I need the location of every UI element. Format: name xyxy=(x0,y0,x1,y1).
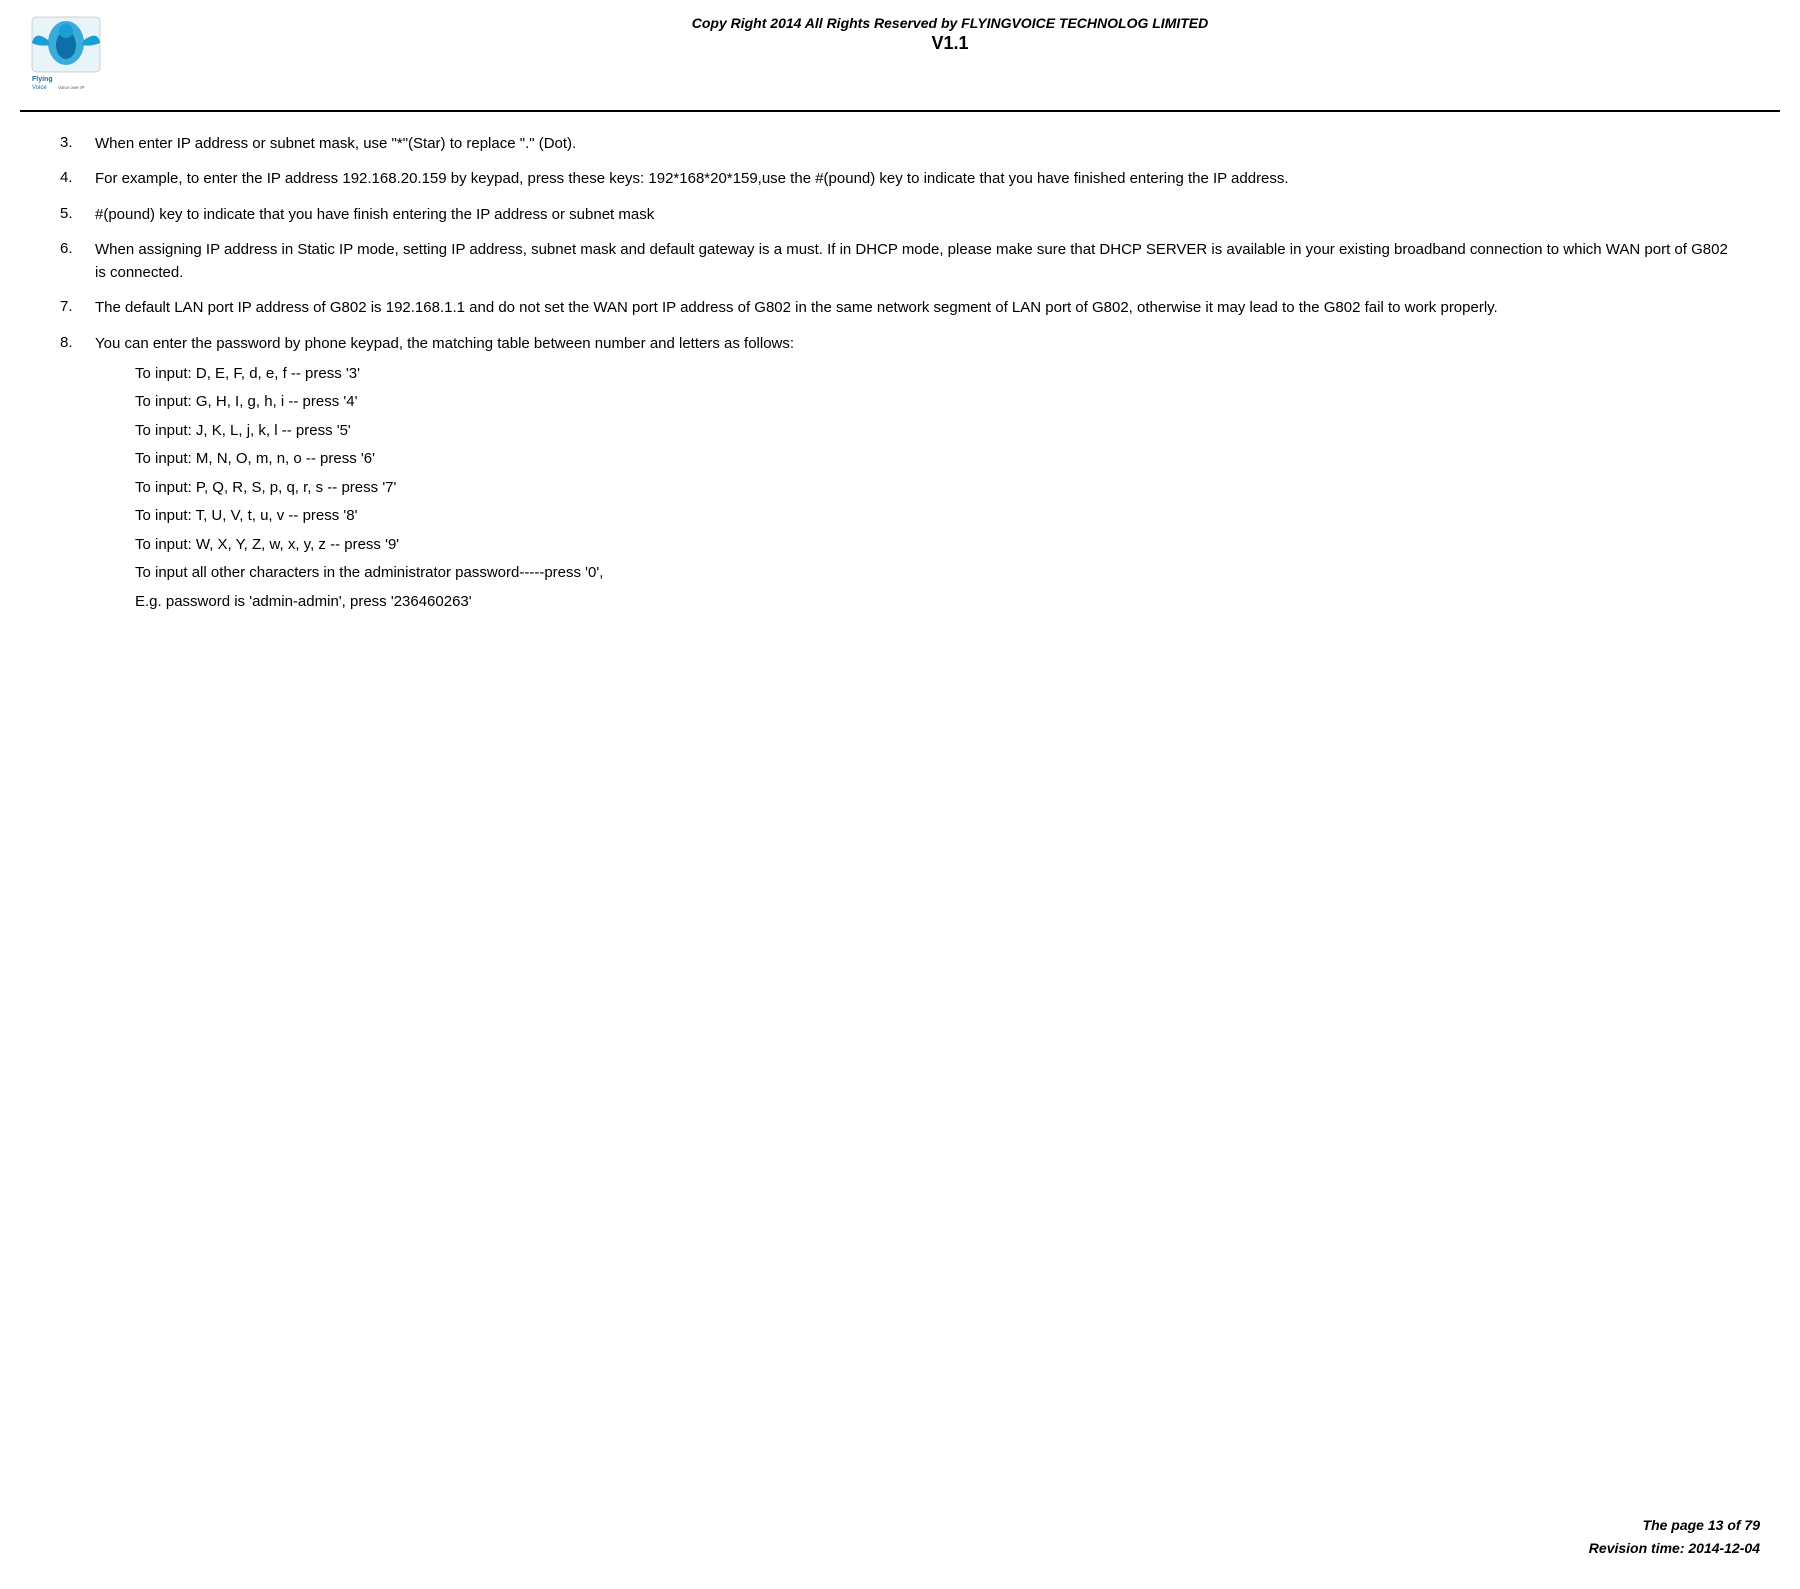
sub-item-3: To input: J, K, L, j, k, l -- press '5' xyxy=(135,420,1740,443)
main-content: 3. When enter IP address or subnet mask,… xyxy=(0,112,1800,651)
svg-text:Voice over IP: Voice over IP xyxy=(58,85,85,90)
header-right: Copy Right 2014 All Rights Reserved by F… xyxy=(140,10,1760,54)
list-content-6: When assigning IP address in Static IP m… xyxy=(95,238,1740,285)
list-number-8: 8. xyxy=(60,332,95,620)
list-number-5: 5. xyxy=(60,203,95,226)
list-content-4: For example, to enter the IP address 192… xyxy=(95,167,1740,190)
list-number-3: 3. xyxy=(60,132,95,155)
logo-area: Flying Voice Voice over IP xyxy=(20,10,140,100)
sub-items: To input: D, E, F, d, e, f -- press '3' … xyxy=(95,363,1740,614)
list-number-6: 6. xyxy=(60,238,95,285)
list-item-4: 4. For example, to enter the IP address … xyxy=(60,167,1740,190)
page-container: Flying Voice Voice over IP Copy Right 20… xyxy=(0,0,1800,1589)
sub-item-9: E.g. password is 'admin-admin', press '2… xyxy=(135,591,1740,614)
version-text: V1.1 xyxy=(140,33,1760,54)
list-item-3: 3. When enter IP address or subnet mask,… xyxy=(60,132,1740,155)
list-content-3: When enter IP address or subnet mask, us… xyxy=(95,132,1740,155)
sub-item-6: To input: T, U, V, t, u, v -- press '8' xyxy=(135,505,1740,528)
list-content-5: #(pound) key to indicate that you have f… xyxy=(95,203,1740,226)
svg-text:Flying: Flying xyxy=(32,76,53,83)
list-item-7: 7. The default LAN port IP address of G8… xyxy=(60,296,1740,319)
list-content-8: You can enter the password by phone keyp… xyxy=(95,332,1740,620)
sub-item-8: To input all other characters in the adm… xyxy=(135,562,1740,585)
header: Flying Voice Voice over IP Copy Right 20… xyxy=(0,0,1800,110)
list-number-7: 7. xyxy=(60,296,95,319)
sub-item-5: To input: P, Q, R, S, p, q, r, s -- pres… xyxy=(135,477,1740,500)
copyright-text: Copy Right 2014 All Rights Reserved by F… xyxy=(140,15,1760,31)
company-logo: Flying Voice Voice over IP xyxy=(30,15,130,95)
sub-item-7: To input: W, X, Y, Z, w, x, y, z -- pres… xyxy=(135,534,1740,557)
content-list: 3. When enter IP address or subnet mask,… xyxy=(60,132,1740,619)
list-item-6: 6. When assigning IP address in Static I… xyxy=(60,238,1740,285)
list-content-7: The default LAN port IP address of G802 … xyxy=(95,296,1740,319)
list-number-4: 4. xyxy=(60,167,95,190)
sub-item-4: To input: M, N, O, m, n, o -- press '6' xyxy=(135,448,1740,471)
page-info: The page 13 of 79 xyxy=(1589,1514,1760,1536)
footer: The page 13 of 79 Revision time: 2014-12… xyxy=(1589,1514,1760,1559)
list-item-5: 5. #(pound) key to indicate that you hav… xyxy=(60,203,1740,226)
revision-info: Revision time: 2014-12-04 xyxy=(1589,1537,1760,1559)
sub-item-2: To input: G, H, I, g, h, i -- press '4' xyxy=(135,391,1740,414)
sub-item-1: To input: D, E, F, d, e, f -- press '3' xyxy=(135,363,1740,386)
svg-text:Voice: Voice xyxy=(32,85,47,91)
list-item-8: 8. You can enter the password by phone k… xyxy=(60,332,1740,620)
